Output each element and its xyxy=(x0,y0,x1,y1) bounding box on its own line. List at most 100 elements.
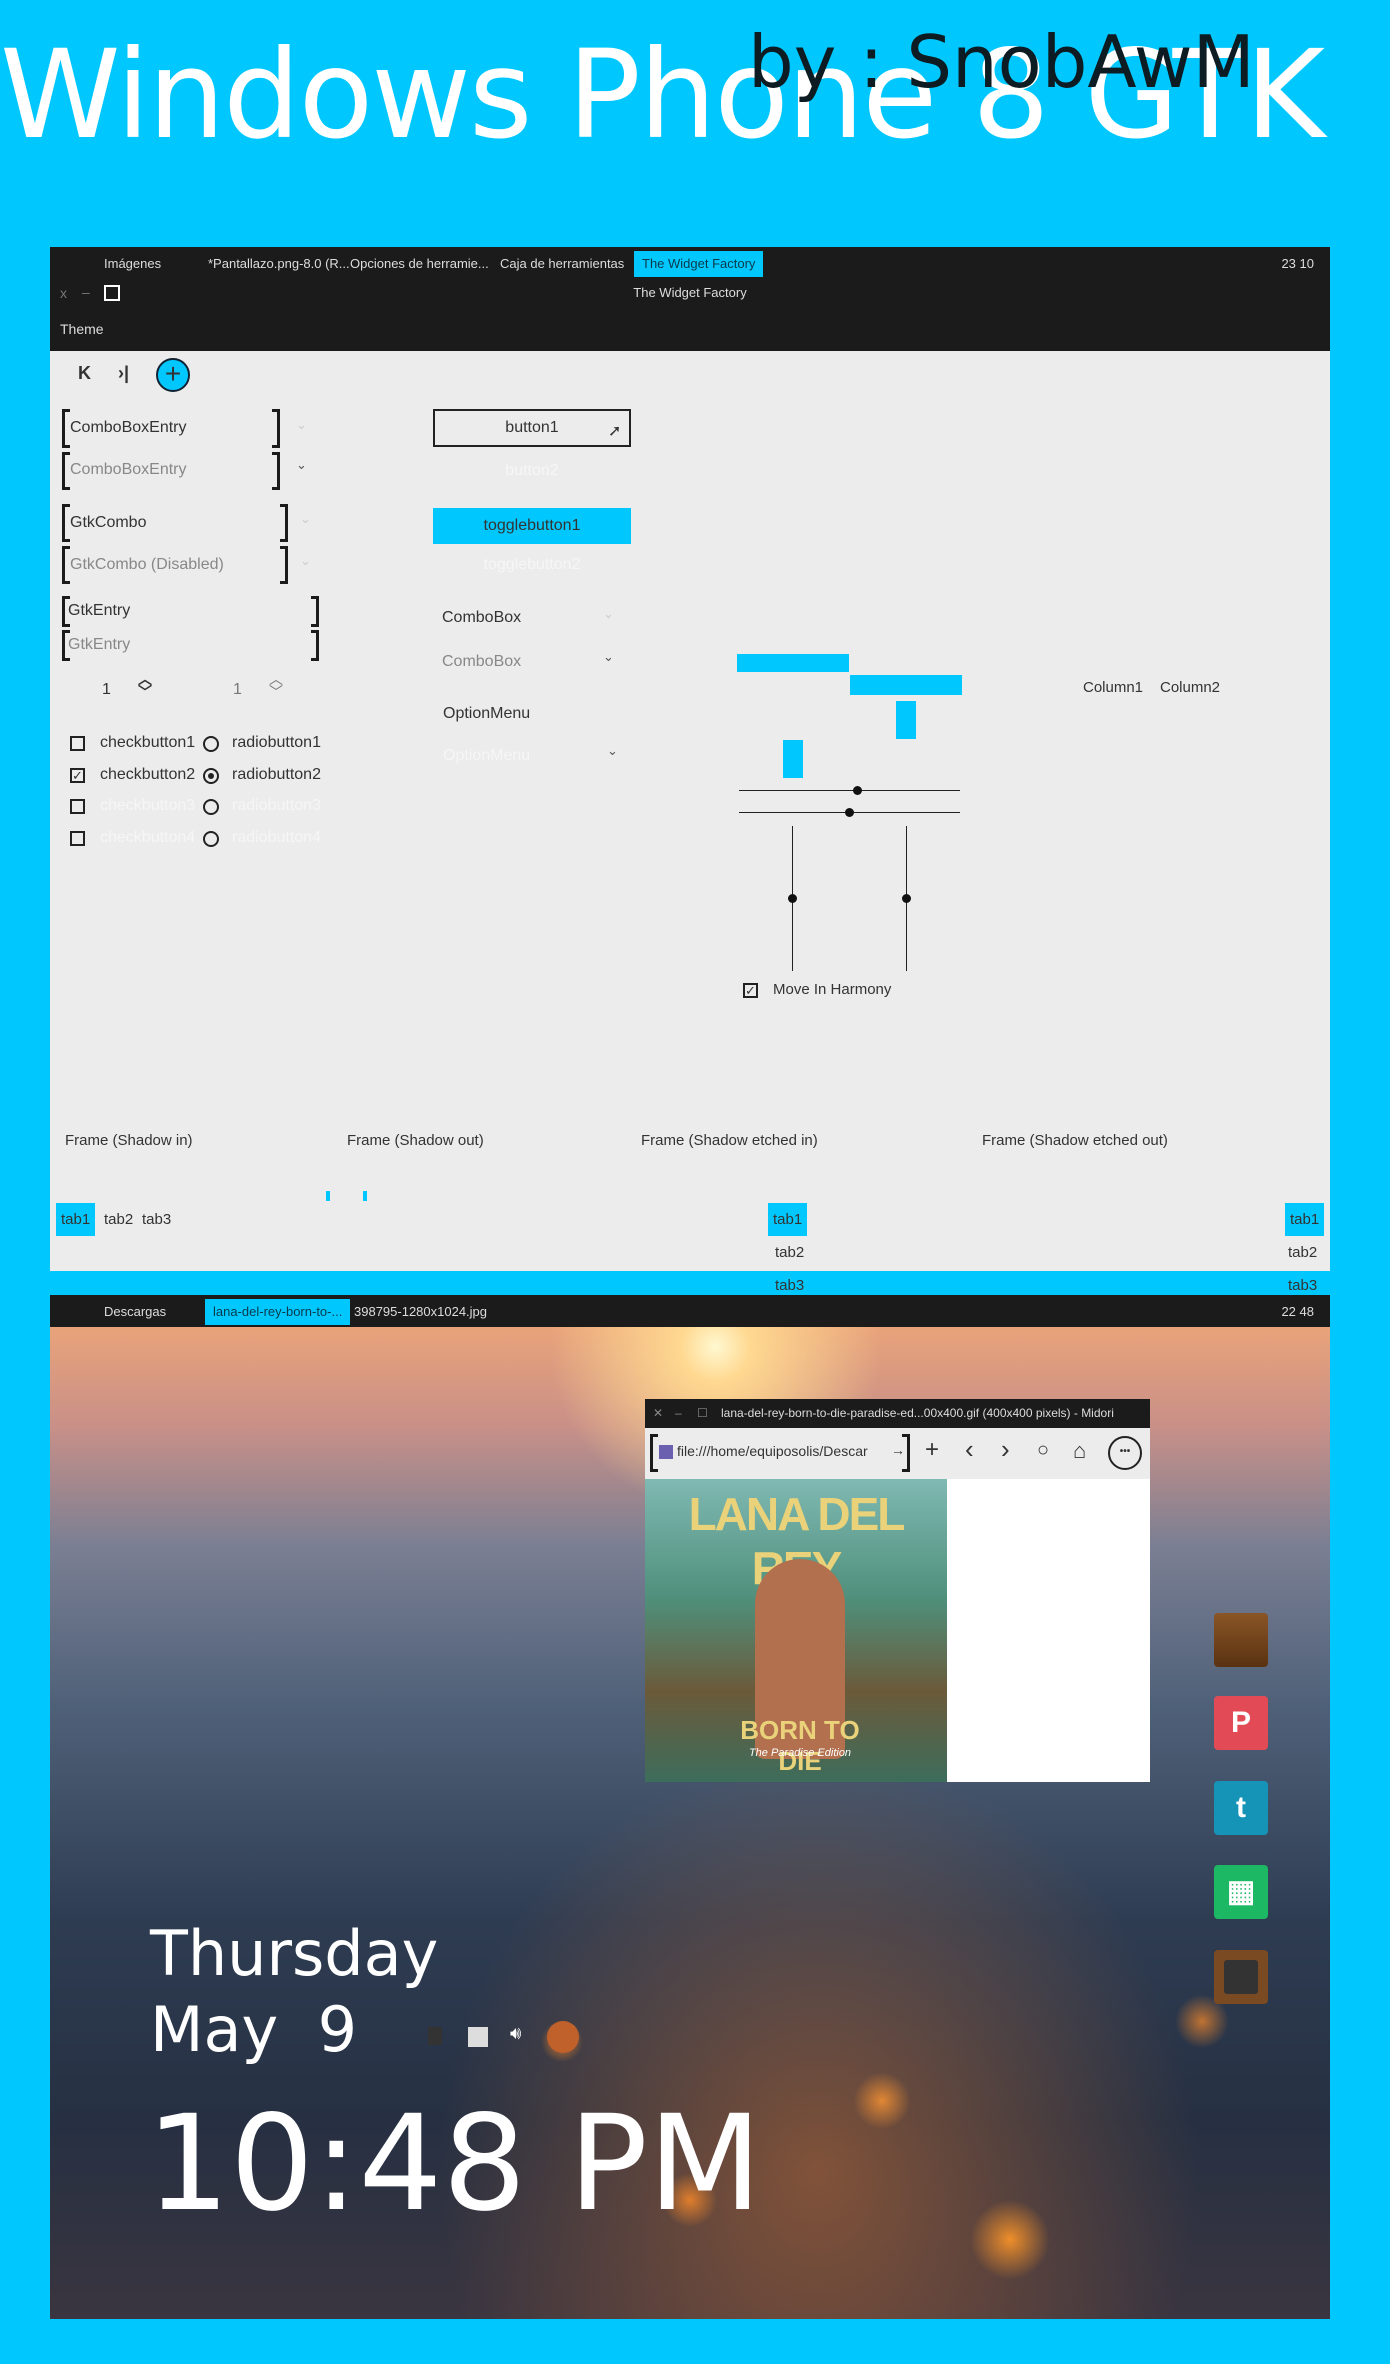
frame-label: Frame (Shadow out) xyxy=(347,1132,484,1149)
taskbar-item-active[interactable]: The Widget Factory xyxy=(634,251,764,277)
menu-theme[interactable]: Theme xyxy=(60,321,104,337)
spin-arrows-icon[interactable]: ︿ ﹀ xyxy=(269,672,283,699)
entry-bracket-right xyxy=(280,546,288,584)
tray-network-icon[interactable] xyxy=(468,2027,488,2047)
mouse-cursor-icon: ➚ xyxy=(608,423,622,440)
cover-subtitle: The Paradise Edition xyxy=(748,1747,852,1759)
menu-icon[interactable]: ••• xyxy=(1108,1436,1142,1470)
radio xyxy=(203,831,219,847)
goto-last-icon[interactable]: ›| xyxy=(118,363,129,384)
gtk-combo[interactable]: GtkCombo xyxy=(70,514,146,532)
column-header[interactable]: Column1 xyxy=(1083,679,1143,696)
optionmenu[interactable]: OptionMenu xyxy=(443,705,530,723)
chevron-down-icon: ⌄ xyxy=(300,553,311,568)
hscale-handle[interactable] xyxy=(853,786,862,795)
new-tab-icon[interactable]: + xyxy=(925,1436,939,1464)
chevron-down-icon[interactable]: ⌄ xyxy=(296,457,307,473)
url-bracket-left xyxy=(650,1434,658,1472)
taskbar-item[interactable]: Caja de herramientas xyxy=(492,251,632,277)
combobox-entry-2[interactable]: ComboBoxEntry xyxy=(70,461,187,479)
taskbar-item[interactable]: Opciones de herramie... xyxy=(342,251,497,277)
favicon-icon xyxy=(659,1445,673,1459)
tab2[interactable]: tab2 xyxy=(1283,1236,1322,1269)
checkbox-checked[interactable]: ✓ xyxy=(70,768,85,783)
clock: 23 10 xyxy=(1281,256,1314,271)
gtk-entry-2[interactable]: GtkEntry xyxy=(68,636,130,654)
tray-settings-icon[interactable] xyxy=(547,2021,579,2053)
tab1[interactable]: tab1 xyxy=(1285,1203,1325,1236)
go-arrow-icon[interactable]: → xyxy=(891,1442,905,1458)
radio-selected[interactable] xyxy=(203,768,219,784)
togglebutton2[interactable]: togglebutton2 xyxy=(433,556,631,574)
hscale[interactable] xyxy=(739,790,960,791)
spin-value[interactable]: 1 xyxy=(102,681,111,699)
tv-icon[interactable] xyxy=(1214,1950,1268,2004)
back-icon[interactable]: ‹ xyxy=(965,1434,974,1465)
entry-bracket-right xyxy=(311,630,319,661)
hscale-handle[interactable] xyxy=(845,808,854,817)
tray-app-icon[interactable] xyxy=(428,2027,442,2045)
widget-area: K ›| + ComboBoxEntry ⌄ ComboBoxEntry ⌄ G… xyxy=(50,351,1330,1479)
optionmenu-2[interactable]: OptionMenu xyxy=(443,747,530,765)
frame-label: Frame (Shadow etched out) xyxy=(982,1132,1168,1149)
url-input[interactable]: file:///home/equiposolis/Descar xyxy=(677,1443,868,1459)
close-icon[interactable]: ✕ xyxy=(653,1399,663,1428)
vscale-handle[interactable] xyxy=(788,894,797,903)
checkbox xyxy=(70,799,85,814)
folder-icon[interactable] xyxy=(1214,1613,1268,1667)
forward-icon[interactable]: › xyxy=(1001,1434,1010,1465)
taskbar-item-active[interactable]: lana-del-rey-born-to-... xyxy=(205,1299,351,1325)
widget-factory-window: Imágenes *Pantallazo.png-8.0 (R... Opcio… xyxy=(50,247,1330,1479)
gtk-entry[interactable]: GtkEntry xyxy=(68,602,130,620)
reload-icon[interactable]: ○ xyxy=(1037,1439,1049,1462)
tab3[interactable]: tab3 xyxy=(137,1203,176,1236)
chevron-down-icon[interactable]: ⌄ xyxy=(607,743,618,759)
spin-arrows-icon[interactable]: ︿ ﹀ xyxy=(138,672,152,699)
goto-first-icon[interactable]: K xyxy=(78,363,91,384)
column-header[interactable]: Column2 xyxy=(1160,679,1220,696)
entry-bracket-left xyxy=(62,504,70,542)
vscale-handle[interactable] xyxy=(902,894,911,903)
combobox[interactable]: ComboBox xyxy=(442,609,521,627)
tab2[interactable]: tab2 xyxy=(770,1236,809,1269)
tab1[interactable]: tab1 xyxy=(768,1203,808,1236)
checkbutton-label: checkbutton2 xyxy=(100,766,196,783)
album-cover-image: LANA DEL REY BORN TO DIE The Paradise Ed… xyxy=(645,1479,947,1782)
pinterest-icon[interactable]: P xyxy=(1214,1696,1268,1750)
taskbar-item[interactable]: 398795-1280x1024.jpg xyxy=(346,1299,495,1325)
add-icon[interactable]: + xyxy=(156,358,190,392)
chevron-down-icon[interactable]: ⌄ xyxy=(603,606,614,622)
volume-icon[interactable]: 🔊︎ xyxy=(510,2023,521,2044)
tab1[interactable]: tab1 xyxy=(56,1203,96,1236)
move-in-harmony-checkbox[interactable]: ✓ xyxy=(743,983,758,998)
chevron-down-icon[interactable]: ⌄ xyxy=(603,649,614,665)
lock-day: Thursday xyxy=(150,1917,439,1990)
spin-value-2[interactable]: 1 xyxy=(233,681,242,699)
taskbar-item[interactable]: *Pantallazo.png-8.0 (R... xyxy=(200,251,358,277)
entry-bracket-right xyxy=(311,596,319,627)
spreadsheet-icon[interactable]: ▦ xyxy=(1214,1865,1268,1919)
midori-window: ✕ – ☐ lana-del-rey-born-to-die-paradise-… xyxy=(645,1399,1150,1782)
clock: 22 48 xyxy=(1281,1304,1314,1319)
checkbutton-label: checkbutton4 xyxy=(100,829,196,846)
progress-bar xyxy=(737,654,849,672)
combobox-2[interactable]: ComboBox xyxy=(442,653,521,671)
checkbox[interactable] xyxy=(70,736,85,751)
button1[interactable]: button1 xyxy=(433,409,631,447)
entry-bracket-left xyxy=(62,409,70,448)
maximize-icon[interactable]: ☐ xyxy=(697,1399,708,1428)
chevron-down-icon[interactable]: ⌄ xyxy=(300,511,311,527)
chevron-down-icon[interactable]: ⌄ xyxy=(296,417,307,433)
taskbar-item[interactable]: Imágenes xyxy=(96,251,169,277)
headline-byline: by : SnobAwM xyxy=(748,20,1255,104)
togglebutton1[interactable]: togglebutton1 xyxy=(433,508,631,544)
taskbar-item[interactable]: Descargas xyxy=(96,1299,174,1325)
radio[interactable] xyxy=(203,736,219,752)
checkbutton-label: checkbutton3 xyxy=(100,797,196,814)
button2[interactable]: button2 xyxy=(433,462,631,480)
tumblr-icon[interactable]: t xyxy=(1214,1781,1268,1835)
minimize-icon[interactable]: – xyxy=(675,1399,682,1428)
home-icon[interactable]: ⌂ xyxy=(1073,1438,1086,1464)
tab2[interactable]: tab2 xyxy=(99,1203,138,1236)
combobox-entry[interactable]: ComboBoxEntry xyxy=(70,419,187,437)
